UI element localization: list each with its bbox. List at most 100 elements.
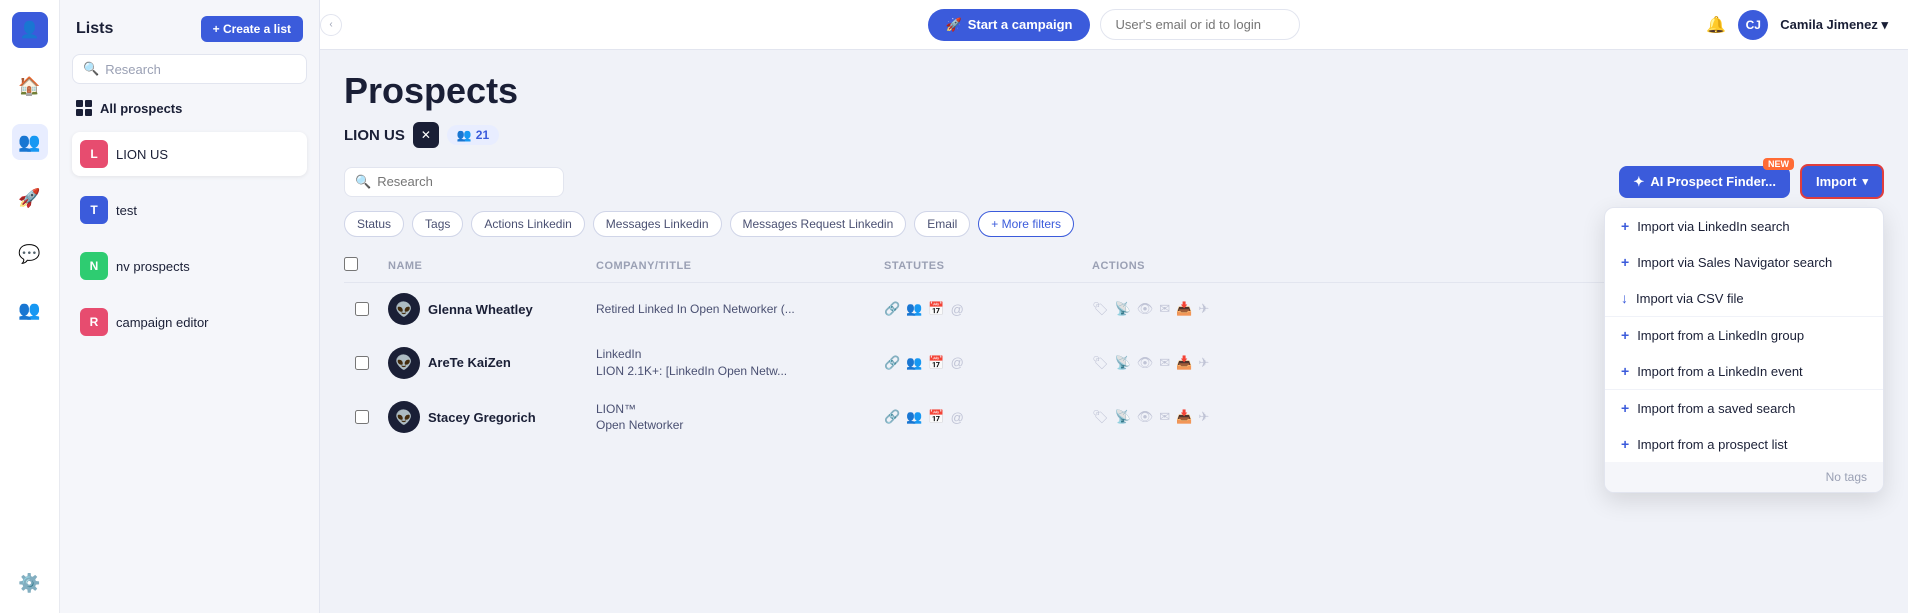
toolbar-search[interactable]: 🔍 [344,167,564,197]
eye-icon[interactable]: 👁 [1137,301,1154,317]
row2-checkbox[interactable] [355,356,369,370]
sidebar-nav-home[interactable]: 🏠 [12,68,48,104]
list-item-campaign-editor[interactable]: R campaign editor [72,300,307,344]
header-company: COMPANY/TITLE [596,260,876,272]
at-icon[interactable]: @ [951,302,964,317]
topbar-right: 🔔 CJ Camila Jimenez ▾ [1706,10,1888,40]
import-label: Import [1816,174,1856,189]
inbox-icon[interactable]: 📥 [1176,409,1192,425]
tag-icon[interactable]: 🏷 [1092,355,1109,371]
list-badge-campaign-editor: R [80,308,108,336]
toolbar-search-input[interactable] [377,174,553,189]
send-icon[interactable]: ✈ [1198,409,1209,425]
sidebar-nav-teams[interactable]: 👥 [12,292,48,328]
row3-company-line1: LION™ [596,401,876,418]
filter-messages-linkedin[interactable]: Messages Linkedin [593,211,722,237]
list-item-test[interactable]: T test [72,188,307,232]
mail-icon[interactable]: ✉ [1159,355,1170,371]
row3-checkbox[interactable] [355,410,369,424]
at-icon[interactable]: @ [951,355,964,370]
rss-icon[interactable]: 📡 [1115,409,1131,425]
inbox-icon[interactable]: 📥 [1176,355,1192,371]
plus-icon: + [1621,400,1629,416]
row3-checkbox-cell [344,410,380,424]
row1-checkbox[interactable] [355,302,369,316]
list-info: LION US ✕ 👥 21 [344,122,1884,148]
row3-prospect: 👽 Stacey Gregorich [388,401,588,433]
mail-icon[interactable]: ✉ [1159,409,1170,425]
prospects-area: Prospects LION US ✕ 👥 21 🔍 NEW ✦ AI Pros… [320,50,1908,613]
list-badge-lion-us: L [80,140,108,168]
import-via-csv[interactable]: ↓ Import via CSV file [1605,280,1883,316]
header-checkbox-col [344,257,380,274]
topbar-center: 🚀 Start a campaign [928,9,1301,41]
list-label-campaign-editor: campaign editor [116,315,209,330]
sidebar-nav-campaigns[interactable]: 🚀 [12,180,48,216]
rss-icon[interactable]: 📡 [1115,301,1131,317]
sidebar-nav-settings[interactable]: ⚙️ [12,565,48,601]
filter-status[interactable]: Status [344,211,404,237]
link-icon[interactable]: 🔗 [884,355,900,371]
import-button-wrapper: Import ▾ + Import via LinkedIn search + … [1800,164,1884,199]
group-icon[interactable]: 👥 [906,355,922,371]
calendar-icon[interactable]: 📅 [928,409,944,425]
import-linkedin-event[interactable]: + Import from a LinkedIn event [1605,353,1883,389]
rss-icon[interactable]: 📡 [1115,355,1131,371]
group-icon[interactable]: 👥 [906,301,922,317]
row3-company-line2: Open Networker [596,417,876,434]
lists-search-box[interactable]: 🔍 [72,54,307,84]
login-input[interactable] [1100,9,1300,40]
eye-icon[interactable]: 👁 [1137,409,1154,425]
lists-header: Lists + Create a list [72,16,307,42]
send-icon[interactable]: ✈ [1198,355,1209,371]
row2-checkbox-cell [344,356,380,370]
filter-actions-linkedin[interactable]: Actions Linkedin [471,211,584,237]
calendar-icon[interactable]: 📅 [928,355,944,371]
lists-search-input[interactable] [105,62,296,77]
new-badge: NEW [1763,158,1794,170]
import-button[interactable]: Import ▾ [1800,164,1884,199]
sidebar-nav-prospects[interactable]: 👥 [12,124,48,160]
list-item-nv-prospects[interactable]: N nv prospects [72,244,307,288]
filter-email[interactable]: Email [914,211,970,237]
import-prospect-list[interactable]: + Import from a prospect list [1605,426,1883,462]
download-icon: ↓ [1621,290,1628,306]
inbox-icon[interactable]: 📥 [1176,301,1192,317]
import-via-sales-navigator[interactable]: + Import via Sales Navigator search [1605,244,1883,280]
sidebar-nav-messages[interactable]: 💬 [12,236,48,272]
group-icon[interactable]: 👥 [906,409,922,425]
tag-icon[interactable]: 🏷 [1092,409,1109,425]
select-all-checkbox[interactable] [344,257,358,271]
grid-icon [76,100,92,116]
list-item-lion-us[interactable]: L LION US [72,132,307,176]
list-label-test: test [116,203,137,218]
eye-icon[interactable]: 👁 [1137,355,1154,371]
link-icon[interactable]: 🔗 [884,409,900,425]
import-via-linkedin-search[interactable]: + Import via LinkedIn search [1605,208,1883,244]
user-initials: CJ [1746,18,1761,32]
filter-tags[interactable]: Tags [412,211,463,237]
user-name[interactable]: Camila Jimenez ▾ [1780,17,1888,33]
collapse-sidebar-button[interactable]: ‹ [320,14,342,36]
list-label-lion-us: LION US [116,147,168,162]
tag-icon[interactable]: 🏷 [1092,301,1109,317]
start-campaign-button[interactable]: 🚀 Start a campaign [928,9,1091,41]
import-saved-search[interactable]: + Import from a saved search [1605,390,1883,426]
ai-prospect-finder-button[interactable]: NEW ✦ AI Prospect Finder... [1619,166,1790,198]
import-linkedin-group[interactable]: + Import from a LinkedIn group [1605,317,1883,353]
filter-messages-request-linkedin[interactable]: Messages Request Linkedin [730,211,907,237]
row1-checkbox-cell [344,302,380,316]
page-title: Prospects [344,70,1884,112]
all-prospects-label[interactable]: All prospects [72,96,307,120]
more-filters-chip[interactable]: + More filters [978,211,1074,237]
calendar-icon[interactable]: 📅 [928,301,944,317]
send-icon[interactable]: ✈ [1198,301,1209,317]
bell-icon[interactable]: 🔔 [1706,15,1726,35]
list-badge-nv-prospects: N [80,252,108,280]
mail-icon[interactable]: ✉ [1159,301,1170,317]
at-icon[interactable]: @ [951,410,964,425]
link-icon[interactable]: 🔗 [884,301,900,317]
chevron-down-icon: ▾ [1862,175,1868,188]
import-linkedin-group-label: Import from a LinkedIn group [1637,328,1804,343]
create-list-button[interactable]: + Create a list [201,16,303,42]
